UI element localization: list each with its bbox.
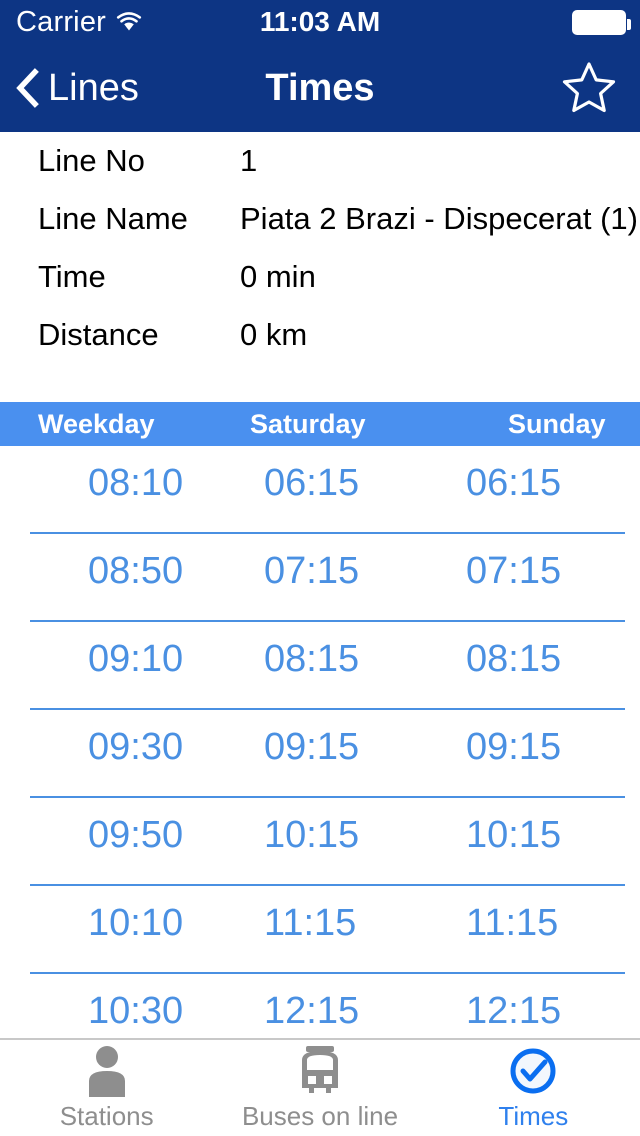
app-screen: Carrier 11:03 AM Lines Times Line No 1 L…: [0, 0, 640, 1136]
time-cell-weekday: 09:50: [88, 814, 184, 856]
time-cell-sunday: 10:15: [466, 814, 562, 856]
detail-value: 0 km: [240, 317, 308, 352]
time-cell-weekday: 09:30: [88, 726, 184, 768]
detail-label: Time: [38, 259, 106, 294]
detail-value: Piata 2 Brazi - Dispecerat (1): [240, 201, 638, 236]
column-header-sunday: Sunday: [508, 408, 606, 439]
detail-row: Line Name Piata 2 Brazi - Dispecerat (1): [0, 190, 640, 248]
time-cell-sunday: 07:15: [466, 550, 562, 592]
battery-full-icon: [572, 9, 631, 35]
time-cell-sunday: 11:15: [466, 902, 559, 944]
time-cell-saturday: 11:15: [264, 902, 357, 944]
time-cell-weekday: 08:50: [88, 550, 184, 592]
time-cell-weekday: 10:10: [88, 902, 184, 944]
detail-row: Distance 0 km: [0, 306, 640, 364]
time-cell-saturday: 07:15: [264, 550, 360, 592]
table-row[interactable]: 09:50 10:15 10:15: [0, 798, 640, 886]
table-row[interactable]: 08:10 06:15 06:15: [0, 446, 640, 534]
detail-label: Line Name: [38, 201, 188, 236]
tab-times[interactable]: Times: [427, 1040, 640, 1136]
detail-label: Distance: [38, 317, 159, 352]
tab-stations[interactable]: Stations: [0, 1040, 213, 1136]
time-cell-saturday: 06:15: [264, 462, 360, 504]
time-cell-weekday: 10:30: [88, 990, 184, 1032]
status-bar-right: [572, 9, 631, 35]
page-title: Times: [265, 66, 375, 109]
time-cell-saturday: 08:15: [264, 638, 360, 680]
tab-bar: Stations Buses on line Times: [0, 1038, 640, 1136]
person-icon: [85, 1045, 129, 1097]
detail-value: 0 min: [240, 259, 316, 294]
table-row[interactable]: 09:30 09:15 09:15: [0, 710, 640, 798]
line-details: Line No 1 Line Name Piata 2 Brazi - Disp…: [0, 132, 640, 364]
tab-label: Stations: [59, 1100, 154, 1131]
column-header-saturday: Saturday: [250, 408, 366, 439]
time-cell-sunday: 09:15: [466, 726, 562, 768]
navigation-bar: Lines Times: [0, 44, 640, 132]
favorite-button[interactable]: [560, 44, 618, 132]
detail-label: Line No: [38, 143, 145, 178]
time-cell-saturday: 09:15: [264, 726, 360, 768]
time-cell-sunday: 08:15: [466, 638, 562, 680]
time-cell-saturday: 12:15: [264, 990, 360, 1032]
time-cell-sunday: 12:15: [466, 990, 562, 1032]
star-outline-icon: [560, 60, 618, 116]
tab-label: Times: [498, 1100, 569, 1131]
time-cell-sunday: 06:15: [466, 462, 562, 504]
detail-row: Time 0 min: [0, 248, 640, 306]
tab-label: Buses on line: [241, 1100, 399, 1131]
status-bar: Carrier 11:03 AM: [0, 0, 640, 44]
detail-value: 1: [240, 143, 258, 178]
table-row[interactable]: 09:10 08:15 08:15: [0, 622, 640, 710]
time-cell-weekday: 09:10: [88, 638, 184, 680]
detail-row: Line No 1: [0, 132, 640, 190]
schedule-column-headers: Weekday Saturday Sunday: [0, 402, 640, 446]
table-row[interactable]: 10:30 12:15 12:15: [0, 974, 640, 1038]
bus-icon: [297, 1045, 343, 1097]
table-row[interactable]: 08:50 07:15 07:15: [0, 534, 640, 622]
clock-check-icon: [508, 1045, 558, 1097]
column-header-weekday: Weekday: [38, 408, 155, 439]
tab-buses-on-line[interactable]: Buses on line: [213, 1040, 426, 1136]
time-cell-weekday: 08:10: [88, 462, 184, 504]
table-row[interactable]: 10:10 11:15 11:15: [0, 886, 640, 974]
time-cell-saturday: 10:15: [264, 814, 360, 856]
schedule-list[interactable]: 08:10 06:15 06:15 08:50 07:15 07:15 09:1…: [0, 446, 640, 1038]
status-bar-clock: 11:03 AM: [259, 6, 381, 37]
